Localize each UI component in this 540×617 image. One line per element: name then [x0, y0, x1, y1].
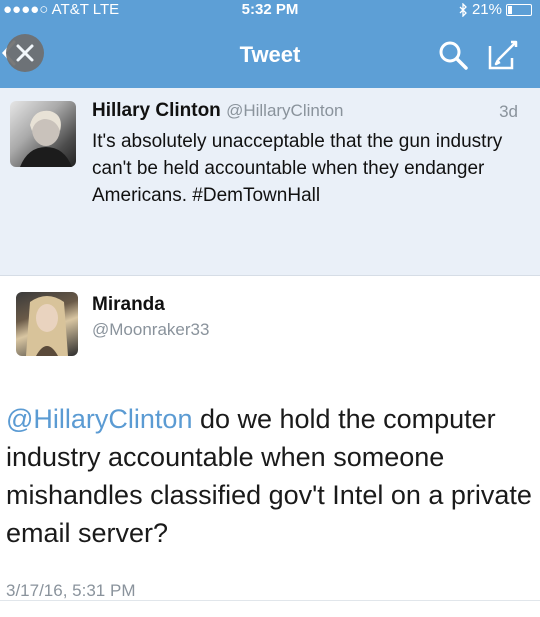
reply-tweet: Miranda @Moonraker33 @HillaryClinton do …: [0, 276, 540, 617]
nav-bar: Tweet: [0, 20, 540, 88]
status-bar: ●●●●○ AT&T LTE 5:32 PM 21%: [0, 0, 540, 20]
battery-icon: [506, 3, 532, 16]
profile-photo-icon: [26, 296, 68, 356]
avatar[interactable]: [16, 292, 78, 356]
author-handle[interactable]: @HillaryClinton: [226, 101, 343, 120]
tweet-timestamp: 3d: [499, 102, 518, 121]
battery-fill: [508, 5, 513, 14]
bluetooth-icon: [459, 2, 467, 17]
reply-author-handle[interactable]: @Moonraker33: [92, 320, 209, 340]
author-name[interactable]: Hillary Clinton: [92, 100, 221, 121]
reply-timestamp: 3/17/16, 5:31 PM: [6, 581, 136, 600]
divider: [0, 600, 540, 601]
tweet-text: It's absolutely unacceptable that the gu…: [92, 131, 503, 206]
status-right: 21%: [458, 1, 532, 18]
profile-photo-icon: [20, 110, 72, 167]
battery-percent: 21%: [471, 1, 502, 18]
author-row: Hillary Clinton @HillaryClinton: [92, 100, 343, 122]
reply-text: @HillaryClinton do we hold the computer …: [6, 400, 536, 552]
original-tweet[interactable]: Hillary Clinton @HillaryClinton 3d It's …: [0, 88, 540, 276]
mention-link[interactable]: @HillaryClinton: [6, 404, 192, 434]
compose-icon[interactable]: [484, 36, 522, 74]
avatar[interactable]: [10, 101, 76, 167]
reply-author-name[interactable]: Miranda: [92, 294, 165, 316]
search-icon[interactable]: [436, 38, 470, 72]
